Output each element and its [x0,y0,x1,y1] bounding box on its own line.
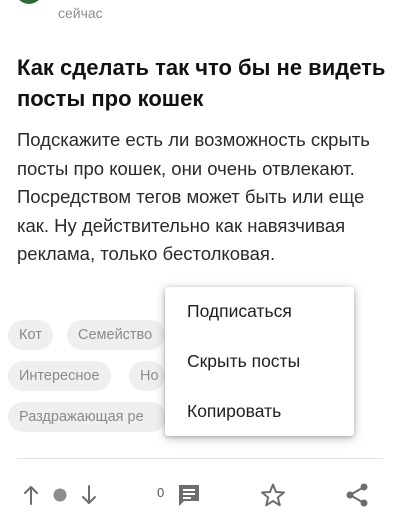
tag-interesting[interactable]: Интересное [8,361,111,391]
post-time: сейчас [58,5,103,21]
tag-cat[interactable]: Кот [8,320,53,350]
tag-family[interactable]: Семейство [67,320,165,350]
upvote-button[interactable] [18,482,44,508]
actions-divider [17,458,383,459]
dot-icon [53,488,67,502]
rating-indicator [50,482,70,508]
comments-button[interactable] [174,482,204,508]
tag-annoying[interactable]: Раздражающая ре [8,402,166,432]
comment-icon [179,485,199,506]
save-button[interactable] [258,482,288,508]
post-context-menu: Подписаться Скрыть посты Копировать [165,287,354,436]
post-body: Подскажите есть ли возможность скрыть по… [17,129,370,264]
menu-item-subscribe[interactable]: Подписаться [187,301,292,322]
menu-item-hide-posts[interactable]: Скрыть посты [187,351,300,372]
arrow-up-icon [24,486,38,505]
post-title[interactable]: Как сделать так что бы не видеть посты п… [17,52,387,114]
menu-item-copy[interactable]: Копировать [187,401,281,422]
star-icon [261,483,285,507]
author-avatar[interactable] [15,0,43,4]
arrow-down-icon [82,485,96,504]
tag-partial[interactable]: Но [129,361,165,391]
downvote-button[interactable] [76,482,102,508]
comments-count: 0 [157,485,165,500]
share-button[interactable] [342,482,372,508]
share-icon [346,483,368,507]
